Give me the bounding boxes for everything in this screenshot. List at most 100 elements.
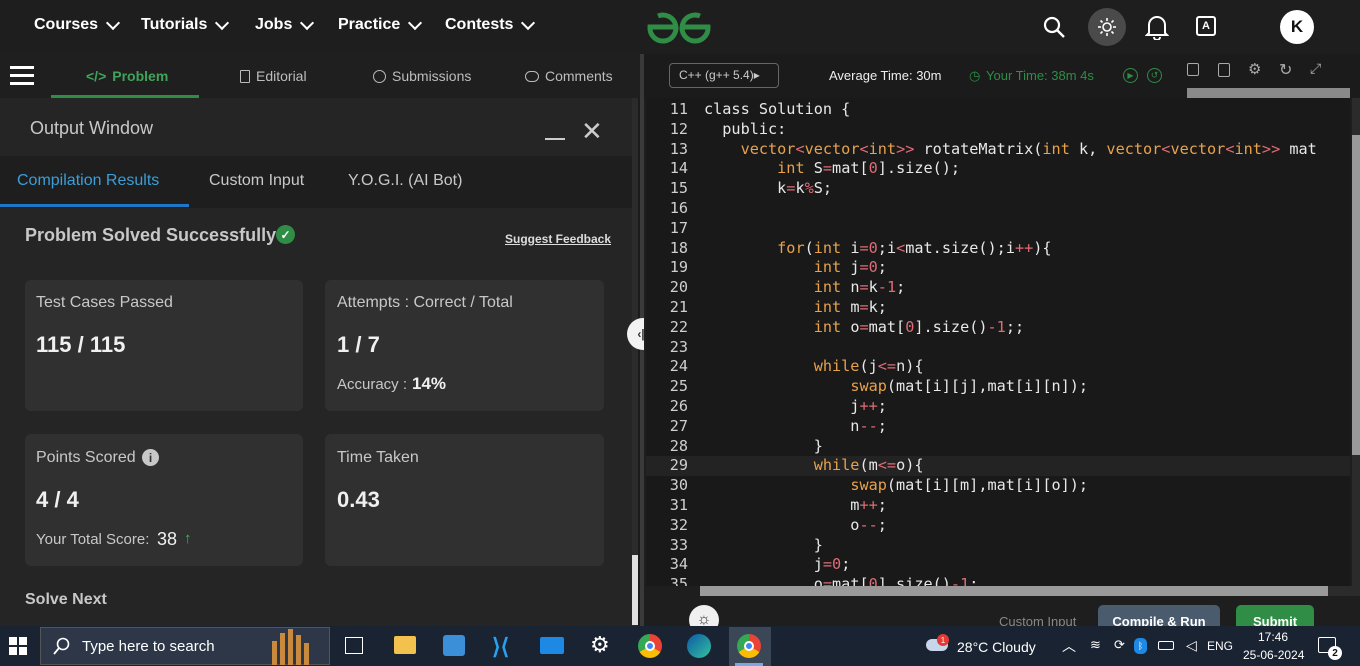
upload-icon[interactable] [1218, 63, 1230, 77]
bell-icon[interactable] [1145, 14, 1169, 40]
left-scrollbar-track[interactable] [632, 98, 638, 626]
theme-toggle-button[interactable] [1088, 8, 1126, 46]
code-line[interactable]: 25 swap(mat[i][j],mat[i][n]); [646, 376, 1350, 396]
code-line[interactable]: 16 [646, 198, 1350, 218]
code-icon: </> [86, 68, 107, 84]
code-line[interactable]: 34 j=0; [646, 554, 1350, 574]
time-label: Time Taken [337, 449, 419, 466]
vscode-icon[interactable]: ⟩⟨ [492, 634, 509, 660]
points-label: Points Scored [36, 449, 136, 466]
code-line[interactable]: 30 swap(mat[i][m],mat[i][o]); [646, 475, 1350, 495]
weather-text[interactable]: 28°C Cloudy [957, 639, 1036, 655]
code-line[interactable]: 13 vector<vector<int>> rotateMatrix(int … [646, 139, 1350, 159]
mail-icon[interactable] [540, 637, 564, 654]
file-explorer-icon[interactable] [394, 636, 416, 654]
editor-top-scrollbar[interactable] [1187, 88, 1350, 98]
code-line[interactable]: 22 int o=mat[0].size()-1;; [646, 317, 1350, 337]
code-line[interactable]: 18 for(int i=0;i<mat.size();i++){ [646, 238, 1350, 258]
windows-start-icon[interactable] [9, 637, 27, 655]
language-indicator[interactable]: ENG [1207, 639, 1233, 653]
settings-icon[interactable]: ⚙ [1248, 60, 1261, 78]
editor-h-scrollbar-thumb[interactable] [700, 586, 1328, 596]
line-number: 29 [669, 456, 688, 475]
bluetooth-icon[interactable]: ᛒ [1134, 638, 1147, 654]
tab-custom-input[interactable]: Custom Input [209, 172, 304, 190]
refresh-icon[interactable]: ↻ [1279, 60, 1292, 80]
code-line[interactable]: 33 } [646, 535, 1350, 555]
code-line[interactable]: 23 [646, 337, 1350, 357]
line-number: 33 [669, 535, 688, 554]
code-line[interactable]: 20 int n=k-1; [646, 277, 1350, 297]
code-line[interactable]: 21 int m=k; [646, 297, 1350, 317]
line-number: 11 [669, 100, 688, 118]
info-icon[interactable]: i [142, 449, 159, 466]
code-line[interactable]: 29 while(m<=o){ [646, 455, 1350, 475]
code-line[interactable]: 32 o--; [646, 515, 1350, 535]
copy-icon[interactable] [1187, 63, 1199, 76]
search-icon[interactable] [1042, 15, 1066, 39]
tab-compilation-results[interactable]: Compilation Results [17, 172, 159, 190]
clock-date[interactable]: 25-06-2024 [1243, 648, 1304, 662]
store-icon[interactable] [443, 635, 465, 656]
suggest-feedback-link[interactable]: Suggest Feedback [505, 232, 611, 246]
tab-problem[interactable]: </> Problem [86, 68, 168, 84]
task-view-icon[interactable] [345, 637, 363, 654]
nav-jobs[interactable]: Jobs [255, 15, 315, 34]
line-number: 23 [669, 337, 688, 356]
editor-scrollbar-thumb[interactable] [1352, 135, 1360, 455]
code-line[interactable]: 28 } [646, 436, 1350, 456]
tab-submissions[interactable]: Submissions [373, 68, 471, 84]
sun-icon [1098, 18, 1116, 36]
gfg-logo[interactable] [644, 8, 714, 46]
nav-contests[interactable]: Contests [445, 15, 536, 34]
code-line[interactable]: 26 j++; [646, 396, 1350, 416]
line-number: 34 [669, 555, 688, 574]
nav-courses[interactable]: Courses [34, 15, 121, 34]
clock-time[interactable]: 17:46 [1258, 630, 1288, 644]
chrome-profile-icon[interactable] [737, 634, 761, 658]
code-line[interactable]: 15 k=k%S; [646, 178, 1350, 198]
code-text: while(j<=n){ [813, 357, 924, 376]
edge-icon[interactable] [687, 634, 711, 658]
network-icon[interactable]: ≋ [1090, 637, 1101, 653]
points-value: 4 / 4 [36, 487, 79, 512]
minimize-icon[interactable] [545, 138, 565, 140]
battery-icon[interactable] [1158, 641, 1174, 650]
attempts-label: Attempts : Correct / Total [337, 294, 513, 311]
menu-icon[interactable] [10, 66, 34, 86]
notification-count: 2 [1328, 646, 1342, 660]
code-line[interactable]: 17 [646, 218, 1350, 238]
nav-practice[interactable]: Practice [338, 15, 423, 34]
volume-icon[interactable]: ◁ [1186, 637, 1197, 654]
fullscreen-icon[interactable]: ⤢ [1310, 60, 1321, 77]
code-line[interactable]: 31 m++; [646, 495, 1350, 515]
language-select[interactable]: C++ (g++ 5.4)▸ [669, 63, 779, 88]
accuracy-value: 14% [412, 374, 447, 393]
code-line[interactable]: 19 int j=0; [646, 257, 1350, 277]
tab-editorial[interactable]: Editorial [240, 68, 307, 84]
code-line[interactable]: 27 n--; [646, 416, 1350, 436]
nav-tutorials[interactable]: Tutorials [141, 15, 230, 34]
avatar[interactable]: K [1280, 10, 1314, 44]
code-lines[interactable]: 11 class Solution {12 public: 13 vector<ve… [646, 98, 1350, 586]
translate-icon[interactable]: A [1196, 16, 1216, 36]
left-scrollbar-thumb[interactable] [632, 555, 638, 625]
code-line[interactable]: 11 class Solution { [646, 99, 1350, 119]
code-line[interactable]: 14 int S=mat[0].size(); [646, 158, 1350, 178]
taskbar-search-placeholder: Type here to search [82, 638, 215, 655]
tab-yogi-ai-bot[interactable]: Y.O.G.I. (AI Bot) [348, 172, 462, 190]
chevron-up-icon[interactable]: ︿ [1062, 636, 1076, 656]
line-number: 24 [669, 357, 688, 376]
line-number: 30 [669, 476, 688, 495]
refresh-tray-icon[interactable]: ⟳ [1114, 637, 1125, 653]
tab-comments[interactable]: Comments [525, 68, 613, 84]
play-icon[interactable]: ▶ [1123, 68, 1138, 83]
close-icon[interactable]: ✕ [581, 118, 603, 144]
settings-icon[interactable]: ⚙ [590, 632, 610, 658]
code-line[interactable]: 24 while(j<=n){ [646, 356, 1350, 376]
code-line[interactable]: 12 public: [646, 119, 1350, 139]
reset-timer-icon[interactable]: ↺ [1147, 68, 1162, 83]
chrome-icon[interactable] [638, 634, 662, 658]
chevron-down-icon [300, 15, 315, 30]
code-line[interactable]: 35 o=mat[0].size()-1; [646, 574, 1350, 586]
